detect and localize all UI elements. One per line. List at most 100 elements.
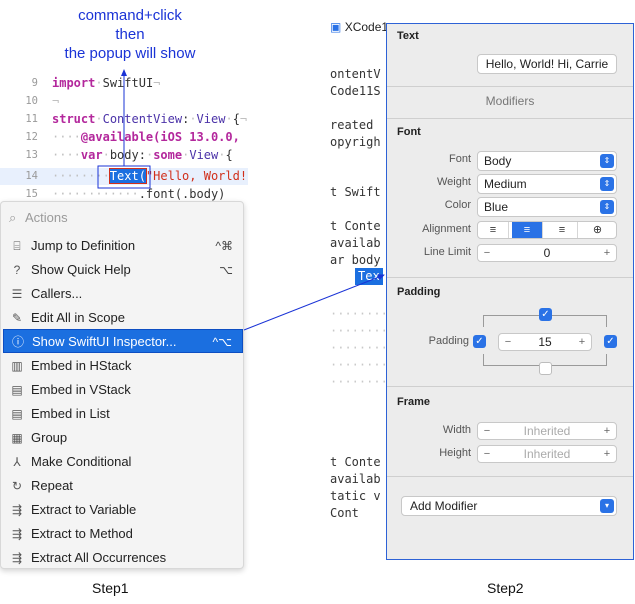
- vstack-icon: ▤: [11, 383, 23, 397]
- menu-item-edit-all-in-scope[interactable]: ✎ Edit All in Scope: [3, 306, 243, 330]
- code-text: {: [225, 148, 233, 162]
- decrement-button[interactable]: −: [480, 423, 494, 439]
- line-limit-stepper[interactable]: −0 +: [477, 244, 617, 262]
- font-select[interactable]: Body ⇕: [477, 151, 617, 171]
- add-modifier-popup[interactable]: Add Modifier ▾: [401, 496, 617, 516]
- menu-item-label: Callers...: [31, 286, 83, 301]
- divider: [387, 476, 633, 477]
- section-title-font: Font: [397, 126, 421, 138]
- menu-item-label: Jump to Definition: [31, 238, 136, 253]
- code-editor[interactable]: 9 import·SwiftUI¬ 10 ¬ 11 struct·ContentVie…: [0, 72, 248, 212]
- menu-item-embed-in-vstack[interactable]: ▤ Embed in VStack: [3, 378, 243, 402]
- menu-item-embed-in-list[interactable]: ▤ Embed in List: [3, 402, 243, 426]
- section-title-frame: Frame: [397, 396, 431, 408]
- menu-item-shortcut: ^⌘: [215, 239, 233, 253]
- increment-button[interactable]: +: [600, 245, 614, 261]
- color-select[interactable]: Blue ⇕: [477, 197, 617, 217]
- line-number: 9: [31, 77, 38, 89]
- code-text: body: [109, 148, 139, 162]
- code-text: {: [232, 112, 240, 126]
- menu-item-extract-to-method[interactable]: ⇶ Extract to Method: [3, 522, 243, 546]
- increment-button[interactable]: +: [575, 334, 589, 350]
- chevron-updown-icon: ⇕: [600, 200, 614, 214]
- padding-bottom-checkbox[interactable]: [539, 362, 552, 375]
- align-left-icon[interactable]: ≡: [478, 222, 509, 238]
- decrement-button[interactable]: −: [480, 446, 494, 462]
- annotation-line-3: the popup will show: [64, 45, 196, 62]
- menu-item-extract-all-occurrences[interactable]: ⇶ Extract All Occurrences: [3, 546, 243, 570]
- menu-item-embed-in-hstack[interactable]: ▥ Embed in HStack: [3, 354, 243, 378]
- text-value-field[interactable]: Hello, World! Hi, Carrie: [477, 54, 617, 74]
- menu-item-label: Show SwiftUI Inspector...: [32, 334, 177, 349]
- actions-popup[interactable]: ⌕ Actions ⌸ Jump to Definition ^⌘ ? Show Qui…: [0, 201, 244, 569]
- increment-button[interactable]: +: [600, 446, 614, 462]
- code-line: 9 import·SwiftUI¬: [0, 75, 248, 92]
- step1-caption: Step1: [92, 580, 129, 596]
- decrement-button[interactable]: −: [501, 334, 515, 350]
- width-label: Width: [442, 424, 471, 436]
- keyword: some: [153, 148, 183, 162]
- actions-search-field[interactable]: ⌕ Actions: [9, 210, 209, 230]
- padding-value[interactable]: 15: [517, 334, 573, 350]
- modifiers-header: Modifiers: [485, 94, 535, 108]
- code-line: 13 ····var·body:·some·View·{: [0, 147, 248, 164]
- align-right-icon[interactable]: ≡: [547, 222, 578, 238]
- code-line: ontentV: [330, 67, 381, 81]
- height-value[interactable]: Inherited: [496, 446, 598, 462]
- padding-stepper[interactable]: −15 +: [498, 333, 592, 351]
- line-limit-label: Line Limit: [423, 246, 471, 258]
- code-line: availab: [330, 236, 381, 250]
- alignment-segmented-control[interactable]: ≡ ≡ ≡ ⊕: [477, 221, 617, 239]
- chevron-updown-icon: ⇕: [600, 154, 614, 168]
- current-code-line[interactable]: 14 ········Text("Hello, World!: [0, 168, 248, 185]
- menu-item-shortcut: ^⌥: [212, 335, 232, 349]
- height-stepper[interactable]: − Inherited +: [477, 445, 617, 463]
- background-editor: ▣ XCode1 ontentV Code11S reated opyrigh …: [330, 10, 390, 570]
- menu-item-show-swiftui-inspector[interactable]: ⓘ Show SwiftUI Inspector... ^⌥: [3, 329, 243, 353]
- menu-item-show-quick-help[interactable]: ? Show Quick Help ⌥: [3, 258, 243, 282]
- step2-caption: Step2: [487, 580, 524, 596]
- conditional-icon: ⅄: [13, 455, 21, 469]
- align-natural-icon[interactable]: ⊕: [582, 222, 613, 238]
- color-select-value: Blue: [484, 200, 509, 214]
- padding-leading-checkbox[interactable]: ✓: [473, 335, 486, 348]
- code-line: 10 ¬: [0, 93, 248, 110]
- padding-top-checkbox[interactable]: ✓: [539, 308, 552, 321]
- help-icon: ?: [13, 263, 21, 277]
- extract-icon: ⇶: [11, 551, 23, 565]
- swiftui-inspector-panel[interactable]: Text Hello, World! Hi, Carrie Modifiers …: [386, 23, 634, 560]
- menu-item-group[interactable]: ▦ Group: [3, 426, 243, 450]
- code-dots: ········: [330, 341, 388, 355]
- code-dots: ········: [330, 358, 388, 372]
- menu-item-label: Extract All Occurrences: [31, 550, 167, 565]
- align-center-icon[interactable]: ≡: [512, 222, 543, 238]
- font-label: Font: [448, 153, 471, 165]
- width-stepper[interactable]: − Inherited +: [477, 422, 617, 440]
- keyword: var: [80, 148, 103, 162]
- increment-button[interactable]: +: [600, 423, 614, 439]
- menu-item-extract-to-variable[interactable]: ⇶ Extract to Variable: [3, 498, 243, 522]
- padding-trailing-checkbox[interactable]: ✓: [604, 335, 617, 348]
- chevron-updown-icon: ⇕: [600, 177, 614, 191]
- color-label: Color: [444, 199, 471, 211]
- menu-item-repeat[interactable]: ↻ Repeat: [3, 474, 243, 498]
- selected-text-token[interactable]: Tex: [355, 268, 383, 285]
- menu-item-callers[interactable]: ☰ Callers...: [3, 282, 243, 306]
- menu-item-make-conditional[interactable]: ⅄ Make Conditional: [3, 450, 243, 474]
- editor-tab[interactable]: ▣ XCode1: [330, 20, 388, 34]
- section-title-text: Text: [397, 30, 419, 42]
- instruction-annotation: command+click then the popup will show: [40, 6, 220, 63]
- width-value[interactable]: Inherited: [496, 423, 598, 439]
- menu-item-label: Repeat: [31, 478, 73, 493]
- text-view-token[interactable]: Text(: [108, 168, 147, 184]
- code-dots: ········: [330, 307, 388, 321]
- line-limit-value[interactable]: 0: [496, 245, 598, 261]
- code-line: availab: [330, 472, 381, 486]
- decrement-button[interactable]: −: [480, 245, 494, 261]
- code-dots: ········: [330, 375, 388, 389]
- menu-item-jump-to-definition[interactable]: ⌸ Jump to Definition ^⌘: [3, 234, 243, 258]
- edit-icon: ✎: [11, 311, 23, 325]
- weight-select[interactable]: Medium ⇕: [477, 174, 617, 194]
- menu-item-label: Show Quick Help: [31, 262, 131, 277]
- string-literal: "Hello, World!: [145, 169, 248, 183]
